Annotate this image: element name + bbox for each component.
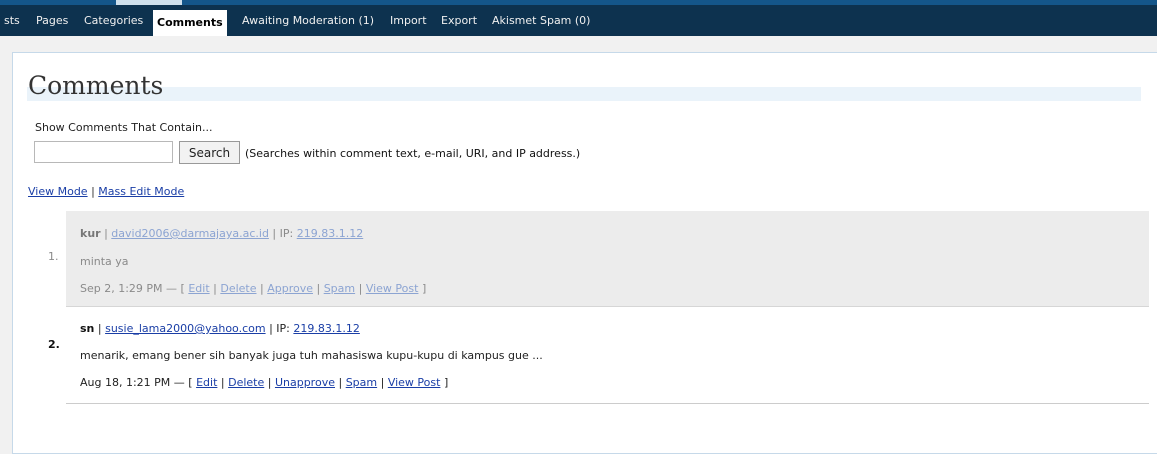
nav-item-awaiting-moderation[interactable]: Awaiting Moderation (1) [242, 14, 374, 27]
actions-close-bracket: ] [443, 376, 449, 389]
separator: | [355, 282, 366, 295]
comment-ip-link[interactable]: 219.83.1.12 [293, 322, 359, 335]
delete-link[interactable]: Delete [228, 376, 264, 389]
title-underline [27, 87, 1141, 101]
page-title: Comments [28, 71, 164, 100]
actions-close-bracket: ] [421, 282, 427, 295]
comment-author: sn [80, 322, 95, 335]
separator: | [268, 227, 280, 240]
spam-link[interactable]: Spam [324, 282, 355, 295]
nav-item-pages[interactable]: Pages [36, 14, 68, 27]
view-post-link[interactable]: View Post [366, 282, 419, 295]
comment-date: Aug 18, 1:21 PM — [ [80, 376, 193, 389]
comment-author: kur [80, 227, 101, 240]
search-input[interactable] [34, 141, 173, 163]
nav-item-import[interactable]: Import [390, 14, 427, 27]
submenu-bar: sts Pages Categories Comments Awaiting M… [0, 5, 1157, 36]
separator: | [217, 376, 229, 389]
comment-text: menarik, emang bener sih banyak juga tuh… [80, 349, 543, 362]
edit-link[interactable]: Edit [196, 376, 217, 389]
ip-label: IP: [279, 227, 294, 240]
ip-label: IP: [276, 322, 290, 335]
comment-ip-link[interactable]: 219.83.1.12 [297, 227, 363, 240]
unapprove-link[interactable]: Unapprove [275, 376, 335, 389]
comment-email-link[interactable]: susie_lama2000@yahoo.com [105, 322, 265, 335]
separator: | [100, 227, 112, 240]
delete-link[interactable]: Delete [220, 282, 256, 295]
comment-actions: Sep 2, 1:29 PM — [ Edit | Delete | Appro… [80, 282, 426, 295]
nav-item-categories[interactable]: Categories [84, 14, 143, 27]
comment-row: 2. sn | susie_lama2000@yahoo.com | IP: 2… [48, 308, 1149, 404]
search-label: Show Comments That Contain... [35, 121, 213, 134]
separator: | [377, 376, 388, 389]
separator: | [256, 282, 268, 295]
separator: | [265, 322, 277, 335]
separator: | [312, 282, 324, 295]
comment-email-link[interactable]: david2006@darmajaya.ac.id [111, 227, 269, 240]
search-hint: (Searches within comment text, e-mail, U… [245, 147, 581, 160]
comment-text: minta ya [80, 255, 129, 268]
comment-meta: kur | david2006@darmajaya.ac.id | IP: 21… [80, 227, 363, 240]
nav-item-posts[interactable]: sts [4, 14, 20, 27]
comments-panel: Comments Show Comments That Contain... S… [12, 52, 1157, 454]
comment-actions: Aug 18, 1:21 PM — [ Edit | Delete | Unap… [80, 376, 448, 389]
search-button[interactable]: Search [179, 141, 240, 164]
comment-number: 1. [48, 250, 59, 263]
view-post-link[interactable]: View Post [388, 376, 441, 389]
edit-link[interactable]: Edit [188, 282, 209, 295]
mass-edit-mode-link[interactable]: Mass Edit Mode [98, 185, 184, 198]
comment-number: 2. [48, 338, 60, 351]
nav-item-export[interactable]: Export [441, 14, 477, 27]
comment-row: 1. kur | david2006@darmajaya.ac.id | IP:… [48, 211, 1149, 307]
spam-link[interactable]: Spam [346, 376, 377, 389]
mode-separator: | [87, 185, 99, 198]
comment-meta: sn | susie_lama2000@yahoo.com | IP: 219.… [80, 322, 360, 335]
comment-date: Sep 2, 1:29 PM — [ [80, 282, 185, 295]
separator: | [334, 376, 346, 389]
separator: | [264, 376, 275, 389]
view-mode-link[interactable]: View Mode [28, 185, 88, 198]
nav-item-akismet-spam[interactable]: Akismet Spam (0) [492, 14, 590, 27]
nav-item-comments[interactable]: Comments [153, 10, 227, 36]
separator: | [209, 282, 221, 295]
mode-switcher: View Mode | Mass Edit Mode [28, 185, 184, 198]
approve-link[interactable]: Approve [267, 282, 313, 295]
separator: | [94, 322, 106, 335]
